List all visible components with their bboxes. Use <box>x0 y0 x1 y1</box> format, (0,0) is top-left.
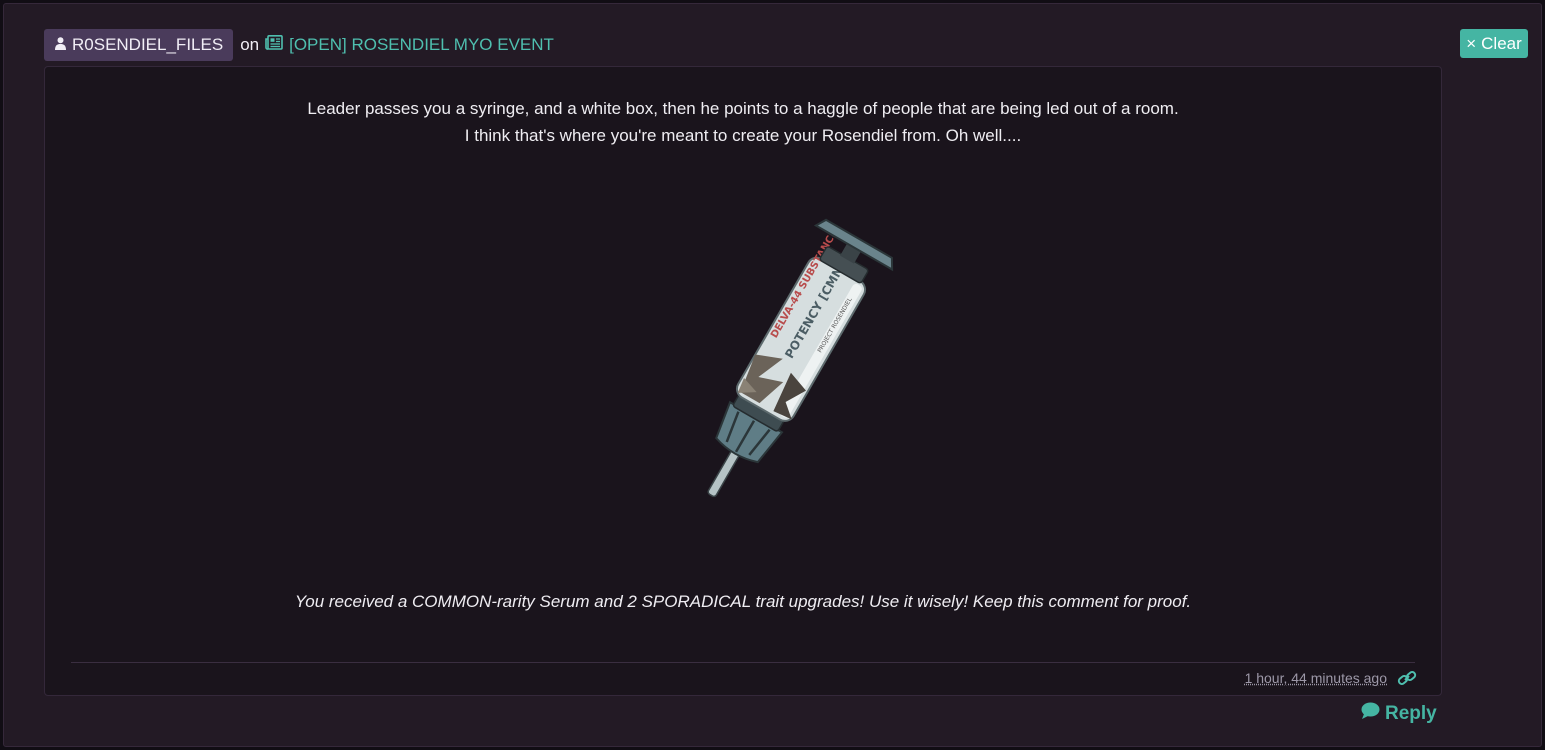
comment-container: R0SENDIEL_FILES on [OPEN] ROSENDIEL MYO … <box>3 3 1542 747</box>
comment-header: R0SENDIEL_FILES on [OPEN] ROSENDIEL MYO … <box>44 29 554 61</box>
clear-button[interactable]: × Clear <box>1460 29 1528 58</box>
clear-label: Clear <box>1481 33 1522 53</box>
user-icon <box>55 35 66 55</box>
link-icon[interactable] <box>1397 670 1417 686</box>
comment-intro: Leader passes you a syringe, and a white… <box>45 95 1441 149</box>
username-link[interactable]: R0SENDIEL_FILES <box>44 29 234 61</box>
thread-link[interactable]: [OPEN] ROSENDIEL MYO EVENT <box>265 35 554 55</box>
username: R0SENDIEL_FILES <box>72 35 224 54</box>
comment-line-1: Leader passes you a syringe, and a white… <box>307 99 1179 118</box>
reply-button[interactable]: Reply <box>1361 702 1437 725</box>
newspaper-icon <box>265 35 283 55</box>
on-word: on <box>240 35 260 54</box>
times-icon: × <box>1466 33 1477 53</box>
syringe-image: DELVA-44 SUBSTANCE POTENCY [CMN] PROJECT… <box>665 217 905 517</box>
divider <box>71 662 1415 663</box>
comment-body: Leader passes you a syringe, and a white… <box>44 66 1442 696</box>
comment-line-2: I think that's where you're meant to cre… <box>464 126 1022 145</box>
comment-icon <box>1361 702 1380 725</box>
reply-label: Reply <box>1385 702 1437 724</box>
timestamp[interactable]: 1 hour, 44 minutes ago <box>1245 670 1387 686</box>
thread-title: [OPEN] ROSENDIEL MYO EVENT <box>289 35 554 54</box>
result-text: You received a COMMON-rarity Serum and 2… <box>294 592 1192 611</box>
